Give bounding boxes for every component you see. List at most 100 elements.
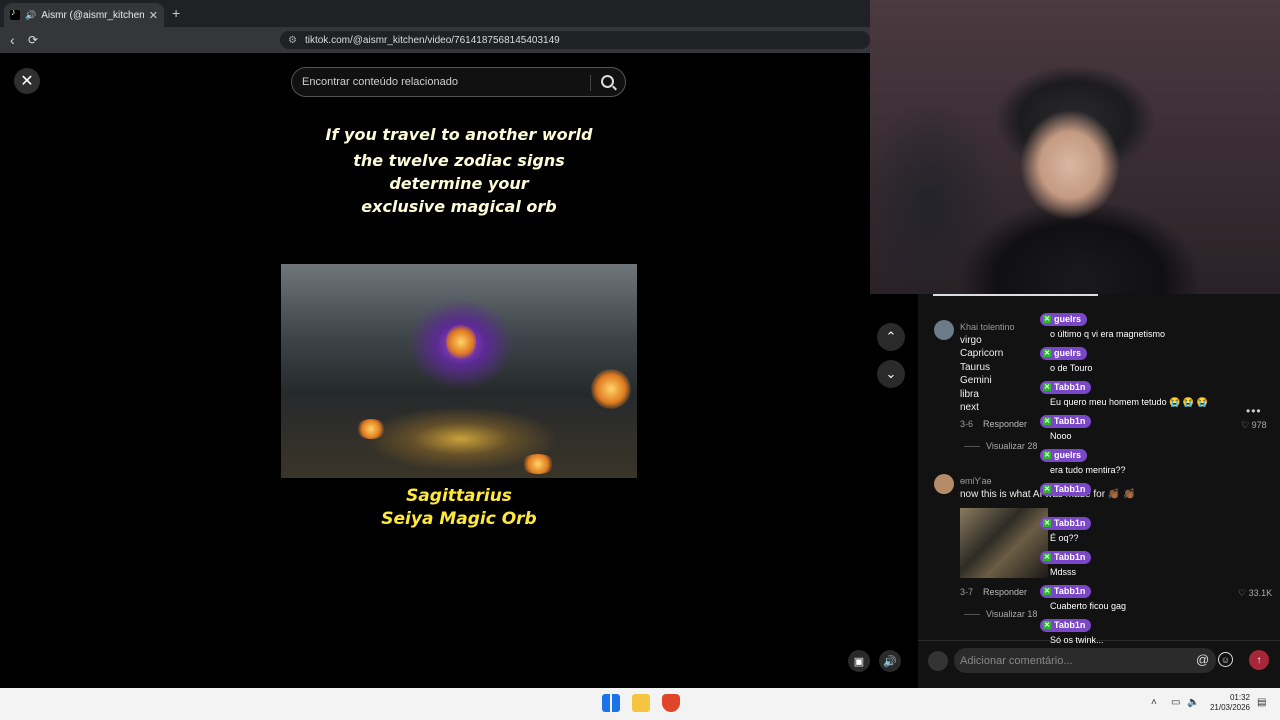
chat-text: Só os twink... xyxy=(1050,635,1104,645)
headline-line: If you travel to another world xyxy=(325,125,593,144)
view-replies-button[interactable]: Visualizar 28 xyxy=(964,441,1037,451)
reload-button[interactable]: ⟳ xyxy=(28,33,38,47)
comment-placeholder: Adicionar comentário... xyxy=(960,654,1073,667)
reply-button[interactable]: Responder xyxy=(983,419,1027,429)
comment-username[interactable]: Khai tolentino xyxy=(960,322,1015,332)
windows-start-icon[interactable] xyxy=(602,694,620,712)
clock-time: 01:32 xyxy=(1229,693,1250,702)
site-info-icon[interactable]: ⚙ xyxy=(288,35,297,46)
comment-line: Gemini xyxy=(960,375,992,387)
network-icon[interactable]: ▭ xyxy=(1171,697,1180,708)
volume-icon[interactable]: 🔊 xyxy=(879,650,901,672)
comment-line: Capricorn xyxy=(960,348,1004,360)
headline-line: determine your xyxy=(389,174,529,193)
like-value: 33.1K xyxy=(1248,588,1273,598)
chat-username: ✕ guelrs xyxy=(1040,448,1088,462)
avatar xyxy=(928,651,948,671)
chat-message: ✕ guelrs o último q vi era magnetismo xyxy=(1040,308,1240,339)
fire-spark xyxy=(591,369,631,409)
chat-username: ✕ Tabb1n xyxy=(1040,516,1092,530)
url-field[interactable]: ⚙ tiktok.com/@aismr_kitchen/video/761418… xyxy=(280,31,870,49)
new-tab-button[interactable]: + xyxy=(172,5,180,21)
chat-message: ✕ Tabb1n Só os twink... xyxy=(1040,614,1240,645)
brave-browser-icon[interactable] xyxy=(662,694,680,712)
chat-username: ✕ Tabb1n xyxy=(1040,618,1092,632)
chat-username: ✕ Tabb1n xyxy=(1040,380,1092,394)
caption-line: Seiya Magic Orb xyxy=(381,509,537,529)
chat-text: Nooo xyxy=(1050,431,1072,441)
view-replies-button[interactable]: Visualizar 18 xyxy=(964,609,1037,619)
avatar[interactable] xyxy=(934,320,954,340)
chat-username: ✕ Tabb1n xyxy=(1040,584,1092,598)
badge-icon: ✕ xyxy=(1043,621,1051,629)
fire-spark xyxy=(446,324,476,360)
chat-message: ✕ Tabb1n Eu quero meu homem tetudo 😭 😭 😭 xyxy=(1040,376,1240,408)
next-video-button[interactable]: ⌄ xyxy=(877,360,905,388)
comment-image[interactable] xyxy=(960,508,1048,578)
url-text: tiktok.com/@aismr_kitchen/video/76141875… xyxy=(304,34,560,46)
tray-overflow-icon[interactable]: ˄ xyxy=(1151,697,1157,708)
related-search-input[interactable]: Encontrar conteúdo relacionado xyxy=(291,67,626,97)
previous-video-button[interactable]: ⌃ xyxy=(877,323,905,351)
chat-username: ✕ Tabb1n xyxy=(1040,482,1092,496)
search-icon[interactable] xyxy=(601,75,614,88)
badge-icon: ✕ xyxy=(1043,519,1051,527)
webcam-feed xyxy=(870,0,1280,294)
speaker-icon[interactable]: 🔊 xyxy=(25,10,36,21)
back-button[interactable]: ‹ xyxy=(10,32,15,48)
badge-icon: ✕ xyxy=(1043,587,1051,595)
comment-username[interactable]: ɵmiƳaɵ xyxy=(960,476,991,486)
volume-tray-icon[interactable]: 🔈 xyxy=(1187,697,1199,708)
like-value: 978 xyxy=(1251,420,1267,430)
badge-icon: ✕ xyxy=(1043,451,1051,459)
pip-icon[interactable]: ▣ xyxy=(848,650,870,672)
emoji-icon[interactable]: ☺ xyxy=(1218,652,1233,667)
badge-icon: ✕ xyxy=(1043,315,1051,323)
search-divider xyxy=(590,75,591,91)
comment-line: Taurus xyxy=(960,361,991,373)
tiktok-icon xyxy=(10,7,20,20)
chat-message: ✕ Tabb1n Cuaberto ficou gag xyxy=(1040,580,1240,611)
chat-text: era tudo mentira?? xyxy=(1050,465,1126,475)
fire-spark xyxy=(521,454,555,474)
mention-icon[interactable]: @ xyxy=(1196,652,1209,667)
chat-username: ✕ Tabb1n xyxy=(1040,550,1092,564)
like-count[interactable]: ♡ 33.1K xyxy=(1238,588,1272,599)
search-placeholder: Encontrar conteúdo relacionado xyxy=(302,76,458,88)
badge-icon: ✕ xyxy=(1043,383,1051,391)
chat-message: ✕ Tabb1n Nooo xyxy=(1040,410,1240,441)
badge-icon: ✕ xyxy=(1043,485,1051,493)
video-caption: Sagittarius Seiya Magic Orb xyxy=(281,485,637,531)
close-video-button[interactable]: ✕ xyxy=(14,68,40,94)
badge-icon: ✕ xyxy=(1043,553,1051,561)
comment-input[interactable]: Adicionar comentário... xyxy=(954,648,1216,673)
fire-spark xyxy=(356,419,386,439)
file-explorer-icon[interactable] xyxy=(632,694,650,712)
more-options-icon[interactable]: ••• xyxy=(1246,404,1262,418)
send-button[interactable]: ↑ xyxy=(1249,650,1269,670)
chat-message: ✕ Tabb1n É oq?? xyxy=(1040,512,1240,543)
notifications-icon[interactable]: ▤ xyxy=(1257,697,1266,708)
chat-username: ✕ guelrs xyxy=(1040,312,1088,326)
reply-button[interactable]: Responder xyxy=(983,587,1027,597)
chat-message: ✕ Tabb1n Mdsss xyxy=(1040,546,1240,577)
badge-icon: ✕ xyxy=(1043,349,1051,357)
video-player[interactable]: If you travel to another world the twelv… xyxy=(281,100,637,688)
system-clock[interactable]: 01:32 21/03/2026 xyxy=(1206,693,1250,713)
chat-message: ✕ Tabb1n xyxy=(1040,478,1240,499)
tab-close-button[interactable]: ✕ xyxy=(149,9,158,22)
chat-message: ✕ guelrs era tudo mentira?? xyxy=(1040,444,1240,475)
headline-line: the twelve zodiac signs xyxy=(353,151,565,170)
tab-title: Aismr (@aismr_kitchen) | Tik xyxy=(41,9,144,21)
chat-username: ✕ guelrs xyxy=(1040,346,1088,360)
chat-text: É oq?? xyxy=(1050,533,1079,543)
address-bar: ‹ ⟳ ⚙ tiktok.com/@aismr_kitchen/video/76… xyxy=(0,27,870,53)
badge-icon: ✕ xyxy=(1043,417,1051,425)
browser-tab[interactable]: 🔊 Aismr (@aismr_kitchen) | Tik ✕ xyxy=(4,3,164,27)
avatar[interactable] xyxy=(934,474,954,494)
chat-text: o de Touro xyxy=(1050,363,1093,373)
like-count[interactable]: ♡ 978 xyxy=(1241,420,1267,431)
headline-line: exclusive magical orb xyxy=(361,197,557,216)
comment-text: virgo Capricorn Taurus Gemini libra next xyxy=(960,334,1003,414)
chat-username: ✕ Tabb1n xyxy=(1040,414,1092,428)
